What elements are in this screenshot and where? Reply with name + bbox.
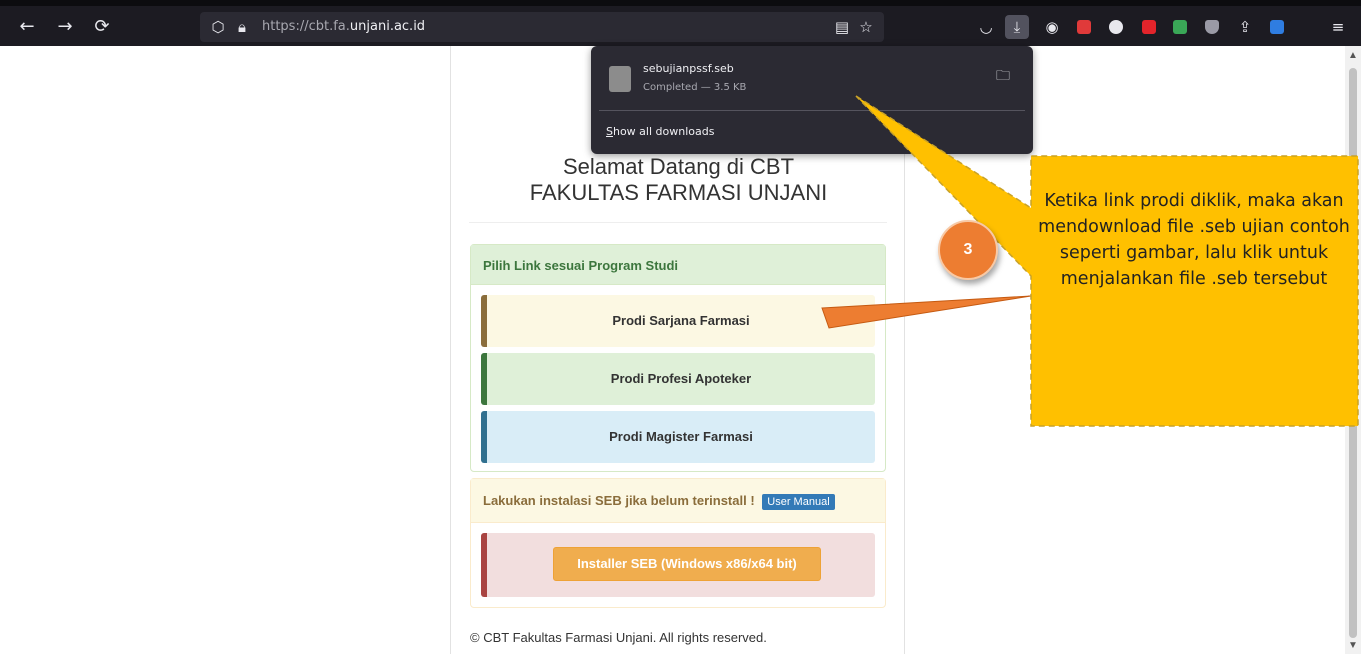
forward-arrow-icon[interactable]: → — [52, 14, 78, 40]
reader-view-icon[interactable]: ▤ — [832, 16, 852, 38]
study-program-panel: Pilih Link sesuai Program Studi Prodi Sa… — [470, 244, 886, 472]
footer-text: © CBT Fakultas Farmasi Unjani. All right… — [470, 630, 767, 645]
study-program-panel-title: Pilih Link sesuai Program Studi — [471, 245, 885, 285]
extension-blue-icon[interactable] — [1270, 20, 1284, 34]
url-bar[interactable]: ⬡ 🔒︎ https://cbt.fa.unjani.ac.id ▤ ☆ — [200, 12, 884, 42]
download-status: Completed — 3.5 KB — [643, 82, 747, 93]
extension-white-icon[interactable] — [1109, 20, 1123, 34]
folder-icon[interactable]: 🗀 — [993, 66, 1013, 86]
download-icon[interactable]: ⤓ — [1005, 15, 1029, 39]
extension-shield-icon[interactable] — [1205, 20, 1219, 34]
user-manual-button[interactable]: User Manual — [762, 494, 835, 510]
step-number-badge: 3 — [938, 220, 998, 280]
extension-red-icon[interactable] — [1077, 20, 1091, 34]
bookmark-star-icon[interactable]: ☆ — [856, 16, 876, 38]
url-domain: unjani.ac.id — [349, 19, 426, 34]
extension-green-icon[interactable] — [1173, 20, 1187, 34]
installer-seb-button[interactable]: Installer SEB (Windows x86/x64 bit) — [553, 547, 821, 581]
browser-toolbar: ← → ⟳ ⬡ 🔒︎ https://cbt.fa.unjani.ac.id ▤… — [0, 0, 1361, 46]
reload-icon[interactable]: ⟳ — [89, 14, 115, 40]
scroll-thumb[interactable] — [1349, 68, 1357, 638]
link-prodi-magister-farmasi[interactable]: Prodi Magister Farmasi — [481, 411, 875, 463]
account-icon[interactable]: ◉ — [1040, 15, 1064, 39]
install-instruction-text: Lakukan instalasi SEB jika belum terinst… — [483, 493, 755, 508]
installer-box: Installer SEB (Windows x86/x64 bit) — [481, 533, 875, 597]
extension-shield-red-icon[interactable] — [1142, 20, 1156, 34]
page-scrollbar[interactable]: ▲ ▼ — [1345, 46, 1361, 654]
show-all-downloads-link[interactable]: Show all downloads — [606, 125, 714, 138]
url-prefix: https://cbt.fa. — [262, 19, 350, 34]
menu-icon[interactable]: ≡ — [1326, 15, 1350, 39]
link-prodi-sarjana-farmasi[interactable]: Prodi Sarjana Farmasi — [481, 295, 875, 347]
scroll-down-icon[interactable]: ▼ — [1345, 640, 1361, 652]
downloads-separator — [599, 110, 1025, 111]
page-title-line2: FAKULTAS FARMASI UNJANI — [529, 180, 828, 205]
page-title-line1: Selamat Datang di CBT — [562, 154, 795, 179]
back-arrow-icon[interactable]: ← — [14, 14, 40, 40]
accesskey-letter: S — [606, 125, 613, 138]
install-panel-title: Lakukan instalasi SEB jika belum terinst… — [471, 479, 885, 523]
show-all-downloads-label: how all downloads — [612, 125, 715, 138]
file-icon — [609, 66, 631, 92]
callout-text: Ketika link prodi diklik, maka akan mend… — [1038, 191, 1350, 289]
scroll-up-icon[interactable]: ▲ — [1345, 50, 1361, 62]
share-icon[interactable]: ⇪ — [1233, 15, 1257, 39]
divider — [469, 222, 887, 223]
url-text[interactable]: https://cbt.fa.unjani.ac.id — [262, 19, 425, 34]
link-prodi-profesi-apoteker[interactable]: Prodi Profesi Apoteker — [481, 353, 875, 405]
download-file-name[interactable]: sebujianpssf.seb — [643, 62, 734, 75]
pocket-icon[interactable]: ◡ — [974, 15, 998, 39]
install-panel: Lakukan instalasi SEB jika belum terinst… — [470, 478, 886, 608]
tracking-shield-icon[interactable]: ⬡ — [208, 16, 228, 38]
lock-icon[interactable]: 🔒︎ — [232, 16, 252, 38]
page-title: Selamat Datang di CBT FAKULTAS FARMASI U… — [451, 154, 906, 206]
downloads-panel: sebujianpssf.seb Completed — 3.5 KB 🗀 Sh… — [591, 46, 1033, 154]
